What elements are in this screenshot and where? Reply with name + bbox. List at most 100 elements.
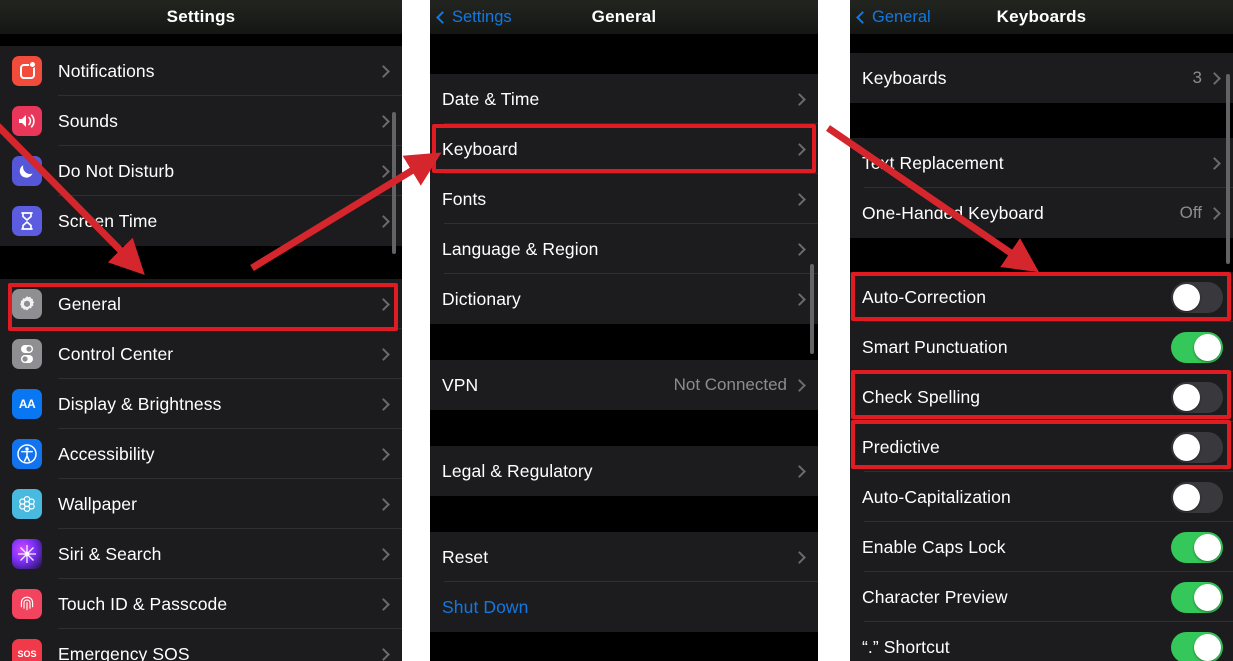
- phone-panel-keyboards: General Keyboards Keyboards 3 Text Repla…: [850, 0, 1233, 661]
- auto-capitalization-toggle[interactable]: [1171, 481, 1223, 513]
- check-spelling-toggle[interactable]: [1171, 381, 1223, 413]
- row-label: “.” Shortcut: [862, 636, 950, 657]
- list-item-vpn[interactable]: VPN Not Connected: [430, 360, 818, 410]
- character-preview-toggle[interactable]: [1171, 581, 1223, 613]
- row-label: Smart Punctuation: [862, 336, 1008, 357]
- sidebar-item-notifications[interactable]: Notifications: [0, 46, 402, 96]
- list-item-enable-caps-lock[interactable]: Enable Caps Lock: [850, 522, 1233, 572]
- sidebar-item-do-not-disturb[interactable]: Do Not Disturb: [0, 146, 402, 196]
- row-label: Check Spelling: [862, 386, 981, 407]
- enable-caps-lock-toggle[interactable]: [1171, 531, 1223, 563]
- back-button-label: Settings: [452, 7, 512, 26]
- sidebar-item-siri-search[interactable]: Siri & Search: [0, 529, 402, 579]
- predictive-toggle[interactable]: [1171, 431, 1223, 463]
- keyboards-scrollbar[interactable]: [1226, 74, 1230, 264]
- list-item-shut-down[interactable]: Shut Down: [430, 582, 818, 632]
- period-shortcut-toggle[interactable]: [1171, 631, 1223, 661]
- group-gap: [850, 34, 1233, 53]
- row-label: Siri & Search: [58, 543, 162, 564]
- list-item-date-time[interactable]: Date & Time: [430, 74, 818, 124]
- group-gap: [430, 496, 818, 532]
- row-label: VPN: [442, 374, 479, 395]
- chevron-right-icon: [1208, 71, 1221, 85]
- list-item-legal-regulatory[interactable]: Legal & Regulatory: [430, 446, 818, 496]
- control-center-icon: [12, 339, 42, 369]
- list-item-character-preview[interactable]: Character Preview: [850, 572, 1233, 622]
- page-title: Keyboards: [996, 7, 1087, 26]
- general-list[interactable]: Date & Time Keyboard Fonts Language & Re…: [430, 34, 818, 661]
- chevron-right-icon: [377, 164, 390, 178]
- keyboards-navbar: General Keyboards: [850, 0, 1233, 34]
- keyboards-list[interactable]: Keyboards 3 Text Replacement One-Handed …: [850, 34, 1233, 661]
- list-item-auto-capitalization[interactable]: Auto-Capitalization: [850, 472, 1233, 522]
- row-label: Auto-Capitalization: [862, 486, 1011, 507]
- page-title: General: [591, 7, 657, 26]
- sos-icon-text: SOS: [17, 649, 37, 659]
- list-item-period-shortcut[interactable]: “.” Shortcut: [850, 622, 1233, 661]
- list-item-smart-punctuation[interactable]: Smart Punctuation: [850, 322, 1233, 372]
- sidebar-item-control-center[interactable]: Control Center: [0, 329, 402, 379]
- row-label: Emergency SOS: [58, 643, 190, 661]
- chevron-left-icon: [436, 10, 449, 24]
- row-label: Screen Time: [58, 210, 158, 231]
- chevron-right-icon: [793, 550, 806, 564]
- settings-navbar: Settings: [0, 0, 402, 34]
- list-item-predictive[interactable]: Predictive: [850, 422, 1233, 472]
- back-to-general-button[interactable]: General: [856, 0, 931, 34]
- row-value: Off: [1179, 203, 1202, 222]
- list-item-fonts[interactable]: Fonts: [430, 174, 818, 224]
- row-label: Display & Brightness: [58, 393, 222, 414]
- keyboards-group-2: Text Replacement One-Handed Keyboard Off: [850, 138, 1233, 238]
- chevron-right-icon: [377, 647, 390, 661]
- row-value: 3: [1192, 68, 1202, 87]
- list-item-keyboard[interactable]: Keyboard: [430, 124, 818, 174]
- row-label: Touch ID & Passcode: [58, 593, 228, 614]
- general-group-2: VPN Not Connected: [430, 360, 818, 410]
- settings-scrollbar[interactable]: [392, 112, 396, 254]
- back-to-settings-button[interactable]: Settings: [436, 0, 512, 34]
- group-gap: [850, 238, 1233, 272]
- sidebar-item-sounds[interactable]: Sounds: [0, 96, 402, 146]
- row-label: Notifications: [58, 60, 155, 81]
- row-label: Reset: [442, 546, 489, 567]
- list-item-dictionary[interactable]: Dictionary: [430, 274, 818, 324]
- sidebar-item-emergency-sos[interactable]: SOS Emergency SOS: [0, 629, 402, 661]
- list-item-reset[interactable]: Reset: [430, 532, 818, 582]
- list-item-keyboards[interactable]: Keyboards 3: [850, 53, 1233, 103]
- sidebar-item-accessibility[interactable]: Accessibility: [0, 429, 402, 479]
- do-not-disturb-icon: [12, 156, 42, 186]
- chevron-right-icon: [793, 292, 806, 306]
- row-label: Date & Time: [442, 88, 540, 109]
- settings-list[interactable]: Notifications Sounds Do Not Disturb Scre…: [0, 34, 402, 661]
- group-gap: [850, 103, 1233, 138]
- row-label: Auto-Correction: [862, 286, 987, 307]
- sidebar-item-display-brightness[interactable]: AA Display & Brightness: [0, 379, 402, 429]
- chevron-right-icon: [1208, 156, 1221, 170]
- list-item-text-replacement[interactable]: Text Replacement: [850, 138, 1233, 188]
- general-group-4: Reset Shut Down: [430, 532, 818, 632]
- smart-punctuation-toggle[interactable]: [1171, 331, 1223, 363]
- list-item-auto-correction[interactable]: Auto-Correction: [850, 272, 1233, 322]
- sidebar-item-screen-time[interactable]: Screen Time: [0, 196, 402, 246]
- chevron-left-icon: [856, 10, 869, 24]
- list-item-one-handed-keyboard[interactable]: One-Handed Keyboard Off: [850, 188, 1233, 238]
- sidebar-item-general[interactable]: General: [0, 279, 402, 329]
- list-item-check-spelling[interactable]: Check Spelling: [850, 372, 1233, 422]
- chevron-right-icon: [377, 214, 390, 228]
- row-label: Shut Down: [442, 596, 529, 617]
- general-navbar: Settings General: [430, 0, 818, 34]
- list-item-language-region[interactable]: Language & Region: [430, 224, 818, 274]
- chevron-right-icon: [793, 142, 806, 156]
- row-label: Predictive: [862, 436, 940, 457]
- row-label: Legal & Regulatory: [442, 460, 593, 481]
- display-icon-text: AA: [18, 397, 36, 411]
- sidebar-item-touch-id-passcode[interactable]: Touch ID & Passcode: [0, 579, 402, 629]
- chevron-right-icon: [377, 297, 390, 311]
- sidebar-item-wallpaper[interactable]: Wallpaper: [0, 479, 402, 529]
- general-scrollbar[interactable]: [810, 264, 814, 354]
- row-label: Control Center: [58, 343, 174, 364]
- auto-correction-toggle[interactable]: [1171, 281, 1223, 313]
- chevron-right-icon: [377, 547, 390, 561]
- general-group-3: Legal & Regulatory: [430, 446, 818, 496]
- row-label: Character Preview: [862, 586, 1008, 607]
